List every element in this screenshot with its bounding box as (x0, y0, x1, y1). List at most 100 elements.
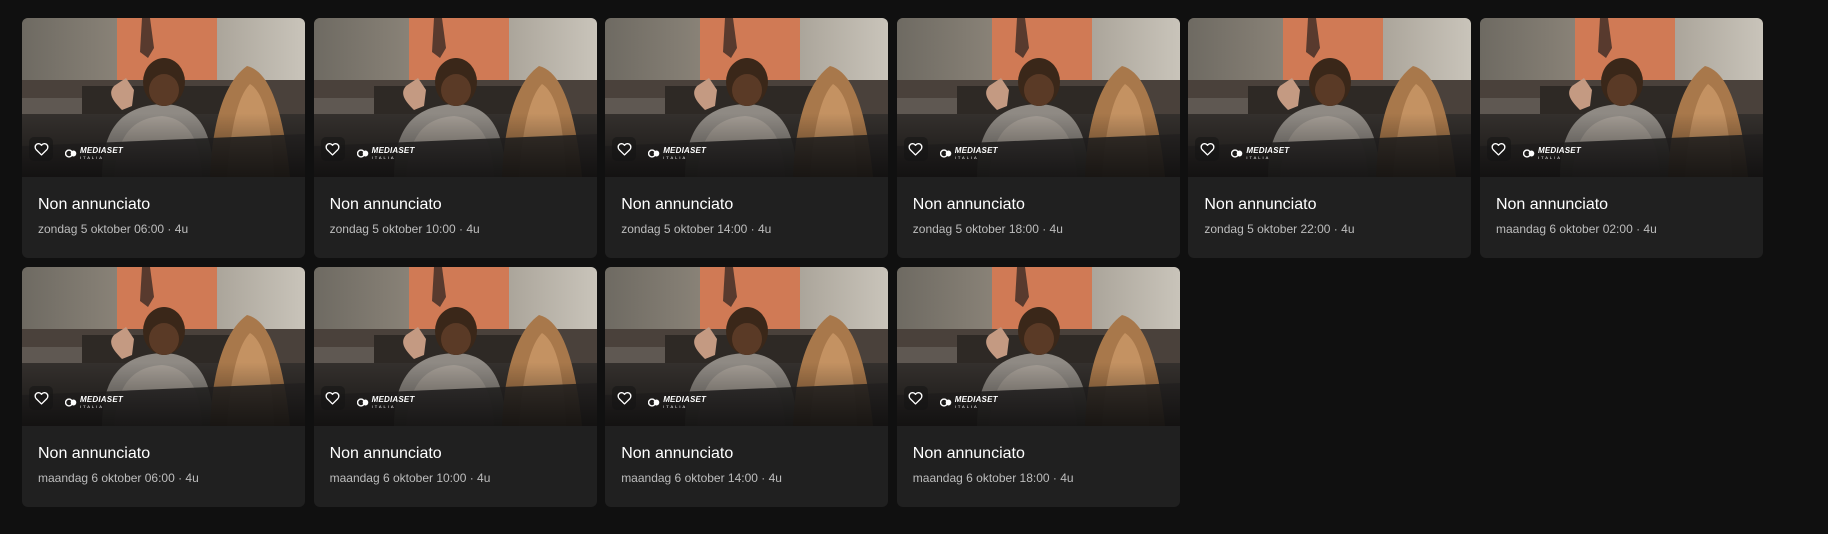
channel-logo-sub: ITALIA (1537, 155, 1562, 160)
program-title: Non annunciato (621, 445, 734, 462)
mediaset-logo-icon (648, 149, 660, 158)
program-grid: MEDIASET ITALIA Non annunciato zondag 5 … (22, 18, 1763, 507)
program-thumbnail[interactable]: MEDIASET ITALIA (605, 18, 889, 177)
program-title: Non annunciato (38, 196, 151, 213)
channel-logo: MEDIASET ITALIA (648, 147, 706, 160)
program-schedule: maandag 6 oktober 06:00 · 4u (38, 471, 199, 485)
program-info: Non annunciato zondag 5 oktober 22:00 · … (1188, 177, 1471, 237)
program-card[interactable]: MEDIASET ITALIA Non annunciato maandag 6… (896, 267, 1180, 507)
channel-logo-brand: MEDIASET (371, 146, 415, 155)
program-info: Non annunciato zondag 5 oktober 10:00 · … (314, 177, 597, 237)
program-info: Non annunciato maandag 6 oktober 10:00 ·… (314, 426, 597, 486)
heart-icon[interactable] (903, 386, 928, 410)
channel-logo: MEDIASET ITALIA (939, 146, 998, 160)
channel-logo: MEDIASET ITALIA (939, 395, 998, 409)
program-info: Non annunciato maandag 6 oktober 18:00 ·… (897, 426, 1180, 486)
program-card[interactable]: MEDIASET ITALIA Non annunciato maandag 6… (313, 267, 597, 507)
program-schedule: zondag 5 oktober 18:00 · 4u (912, 222, 1063, 236)
channel-logo-sub: ITALIA (371, 155, 396, 160)
program-thumbnail[interactable]: MEDIASET ITALIA (1479, 18, 1763, 177)
channel-logo-sub: ITALIA (80, 404, 104, 409)
channel-logo-brand: MEDIASET (80, 395, 123, 404)
program-card[interactable]: MEDIASET ITALIA Non annunciato zondag 5 … (605, 18, 889, 258)
heart-icon[interactable] (612, 137, 637, 161)
program-card[interactable]: MEDIASET ITALIA Non annunciato zondag 5 … (22, 18, 305, 258)
mediaset-logo-icon (65, 398, 77, 407)
program-info: Non annunciato zondag 5 oktober 18:00 · … (897, 177, 1180, 237)
program-thumbnail[interactable]: MEDIASET ITALIA (896, 267, 1180, 426)
program-thumbnail[interactable]: MEDIASET ITALIA (1188, 18, 1472, 177)
program-thumbnail[interactable]: MEDIASET ITALIA (313, 18, 597, 177)
heart-icon[interactable] (29, 386, 53, 410)
heart-icon[interactable] (29, 137, 53, 161)
program-card[interactable]: MEDIASET ITALIA Non annunciato zondag 5 … (1188, 18, 1472, 258)
heart-icon[interactable] (1195, 137, 1220, 161)
mediaset-logo-icon (65, 149, 77, 158)
heart-icon[interactable] (320, 137, 345, 161)
program-info: Non annunciato zondag 5 oktober 06:00 · … (22, 177, 305, 237)
heart-icon[interactable] (903, 137, 928, 161)
heart-icon[interactable] (612, 386, 637, 410)
program-info: Non annunciato maandag 6 oktober 02:00 ·… (1480, 177, 1763, 237)
program-info: Non annunciato zondag 5 oktober 14:00 · … (605, 177, 888, 237)
channel-logo: MEDIASET ITALIA (356, 146, 415, 160)
channel-logo-brand: MEDIASET (80, 146, 123, 155)
channel-logo-brand: MEDIASET (954, 146, 998, 155)
program-thumbnail[interactable]: MEDIASET ITALIA (22, 18, 305, 177)
program-title: Non annunciato (1495, 196, 1609, 213)
channel-logo-brand: MEDIASET (1246, 146, 1290, 155)
program-title: Non annunciato (1204, 196, 1317, 213)
mediaset-logo-icon (939, 149, 952, 158)
channel-logo-brand: MEDIASET (1537, 146, 1581, 155)
channel-logo: MEDIASET ITALIA (648, 396, 706, 409)
heart-icon[interactable] (320, 386, 345, 410)
mediaset-logo-icon (1522, 149, 1535, 158)
mediaset-logo-icon (356, 398, 368, 407)
program-card[interactable]: MEDIASET ITALIA Non annunciato zondag 5 … (313, 18, 597, 258)
program-schedule: zondag 5 oktober 10:00 · 4u (329, 222, 480, 236)
program-schedule: zondag 5 oktober 14:00 · 4u (621, 222, 772, 236)
channel-logo-sub: ITALIA (954, 155, 979, 160)
channel-logo-brand: MEDIASET (663, 146, 707, 155)
channel-logo-sub: ITALIA (663, 155, 688, 160)
channel-logo-brand: MEDIASET (371, 395, 415, 404)
channel-logo: MEDIASET ITALIA (356, 395, 415, 409)
channel-logo: MEDIASET ITALIA (1522, 146, 1581, 160)
program-thumbnail[interactable]: MEDIASET ITALIA (22, 267, 305, 426)
channel-logo: MEDIASET ITALIA (65, 396, 123, 409)
channel-logo-brand: MEDIASET (663, 395, 707, 404)
mediaset-logo-icon (1231, 149, 1243, 158)
program-card[interactable]: MEDIASET ITALIA Non annunciato maandag 6… (22, 267, 305, 507)
program-title: Non annunciato (329, 196, 442, 213)
program-card[interactable]: MEDIASET ITALIA Non annunciato maandag 6… (605, 267, 889, 507)
channel-logo-sub: ITALIA (663, 404, 688, 409)
program-schedule: maandag 6 oktober 02:00 · 4u (1495, 222, 1657, 236)
program-info: Non annunciato maandag 6 oktober 06:00 ·… (22, 426, 305, 486)
channel-logo-brand: MEDIASET (954, 395, 998, 404)
channel-logo-sub: ITALIA (371, 404, 396, 409)
program-schedule: maandag 6 oktober 10:00 · 4u (329, 471, 491, 485)
program-schedule: zondag 5 oktober 06:00 · 4u (38, 222, 189, 236)
mediaset-logo-icon (356, 149, 368, 158)
channel-logo: MEDIASET ITALIA (65, 147, 123, 160)
program-title: Non annunciato (329, 445, 442, 462)
program-thumbnail[interactable]: MEDIASET ITALIA (605, 267, 889, 426)
channel-logo-sub: ITALIA (80, 155, 104, 160)
channel-logo-sub: ITALIA (1246, 155, 1271, 160)
program-schedule: zondag 5 oktober 22:00 · 4u (1204, 222, 1355, 236)
channel-logo-sub: ITALIA (954, 404, 979, 409)
heart-icon[interactable] (1486, 137, 1511, 161)
program-schedule: maandag 6 oktober 14:00 · 4u (621, 471, 782, 485)
program-card[interactable]: MEDIASET ITALIA Non annunciato zondag 5 … (896, 18, 1180, 258)
mediaset-logo-icon (648, 398, 660, 407)
program-title: Non annunciato (38, 445, 151, 462)
program-title: Non annunciato (912, 445, 1025, 462)
program-title: Non annunciato (912, 196, 1025, 213)
program-title: Non annunciato (621, 196, 734, 213)
program-card[interactable]: MEDIASET ITALIA Non annunciato maandag 6… (1479, 18, 1763, 258)
mediaset-logo-icon (939, 398, 952, 407)
program-thumbnail[interactable]: MEDIASET ITALIA (313, 267, 597, 426)
program-thumbnail[interactable]: MEDIASET ITALIA (896, 18, 1180, 177)
program-schedule: maandag 6 oktober 18:00 · 4u (912, 471, 1074, 485)
program-info: Non annunciato maandag 6 oktober 14:00 ·… (605, 426, 888, 486)
